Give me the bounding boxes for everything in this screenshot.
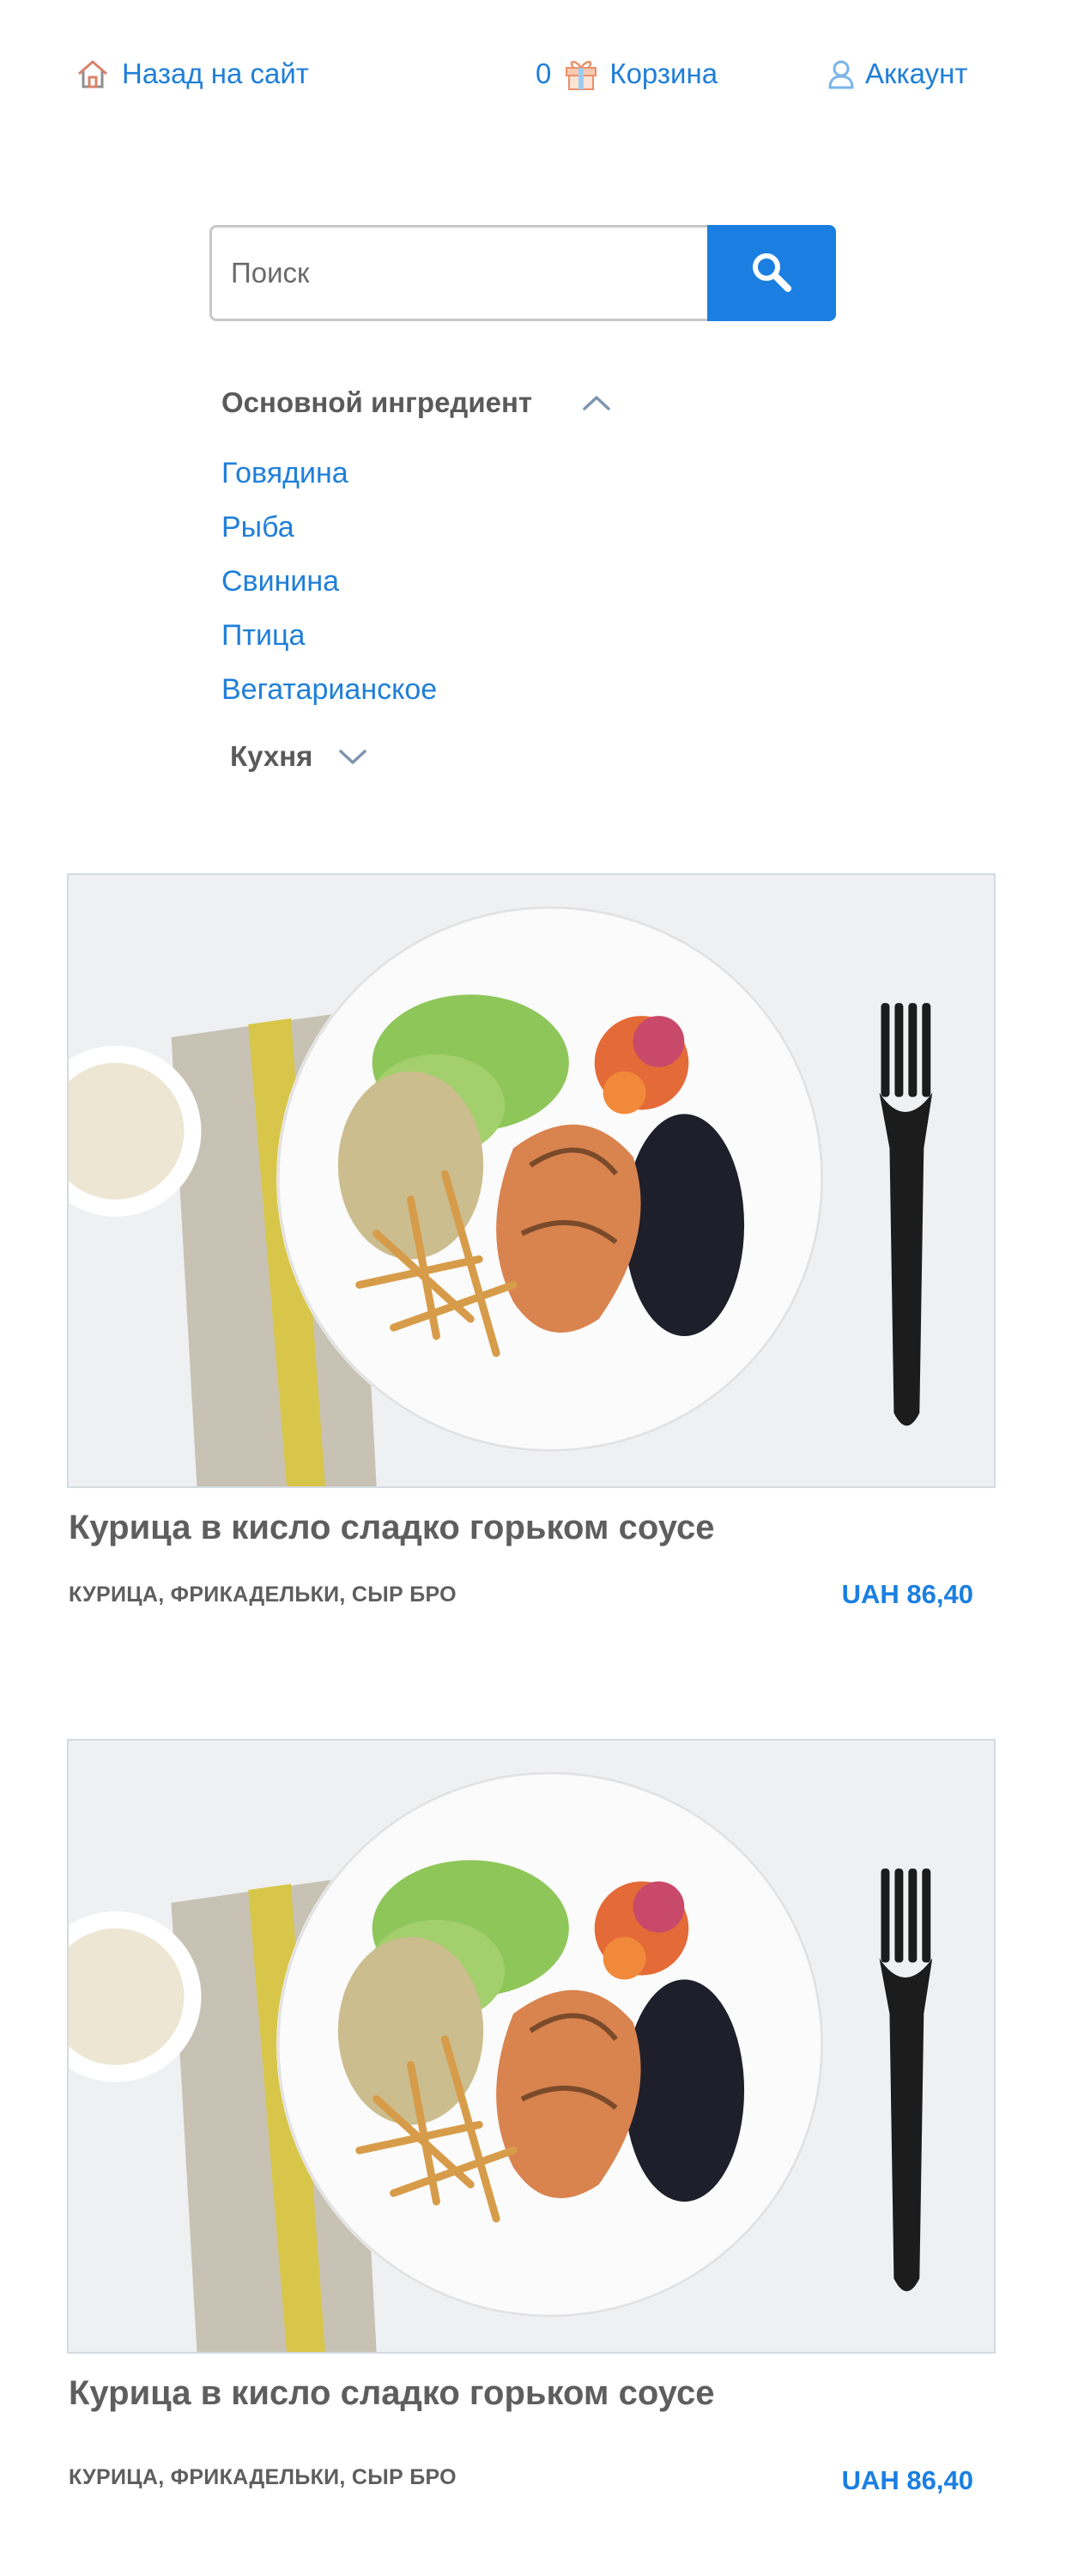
account-label: Аккаунт [865,58,968,89]
user-icon [827,58,855,89]
search-form [209,225,836,321]
search-button[interactable] [707,225,836,321]
back-to-site-link[interactable]: Назад на сайт [76,50,309,98]
filter-option-fish[interactable]: Рыба [221,511,294,544]
filter-option-vegetarian[interactable]: Вегатарианское [221,673,437,707]
product-title[interactable]: Курица в кисло сладко горьком соусе [69,1509,715,1547]
product-image[interactable] [67,1739,996,2354]
home-icon [76,58,110,89]
product-image[interactable] [67,873,996,1488]
filter-option-poultry[interactable]: Птица [221,619,305,653]
filter-main-ingredient-toggle[interactable]: Основной ингредиент [221,386,611,419]
back-to-site-label: Назад на сайт [122,58,309,89]
search-input[interactable] [209,225,707,321]
cart-count: 0 [536,58,552,89]
list-item: Рыба [221,501,437,555]
list-item: Свинина [221,555,437,609]
cart-link[interactable]: 0 Корзина [536,50,718,98]
top-nav: Назад на сайт 0 Корзина Аккаунт [0,50,1066,98]
product-price: UAH 86,40 [841,1579,973,1609]
product-tags: КУРИЦА, ФРИКАДЕЛЬКИ, СЫР БРО [69,2465,457,2489]
chevron-down-icon [338,740,367,773]
list-item: Птица [221,609,437,663]
product-tags: КУРИЦА, ФРИКАДЕЛЬКИ, СЫР БРО [69,1583,457,1607]
search-icon [750,251,793,296]
product-card[interactable]: Курица в кисло сладко горьком соусе КУРИ… [67,873,996,1609]
filter-option-beef[interactable]: Говядина [221,457,348,490]
product-title[interactable]: Курица в кисло сладко горьком соусе [69,2374,715,2413]
product-card[interactable]: Курица в кисло сладко горьком соусе КУРИ… [67,1739,996,2495]
list-item: Говядина [221,447,437,501]
list-item: Вегатарианское [221,663,437,717]
filter-main-ingredient-title: Основной ингредиент [221,386,533,418]
cart-label: Корзина [609,58,718,89]
filter-option-pork[interactable]: Свинина [221,565,339,598]
main-ingredient-list: Говядина Рыба Свинина Птица Вегатарианск… [221,447,437,717]
account-link[interactable]: Аккаунт [827,50,967,98]
chevron-up-icon [582,386,611,419]
filter-cuisine-title: Кухня [230,740,313,772]
filter-cuisine-toggle[interactable]: Кухня [230,740,367,773]
product-price: UAH 86,40 [841,2465,973,2495]
gift-icon [563,57,599,91]
